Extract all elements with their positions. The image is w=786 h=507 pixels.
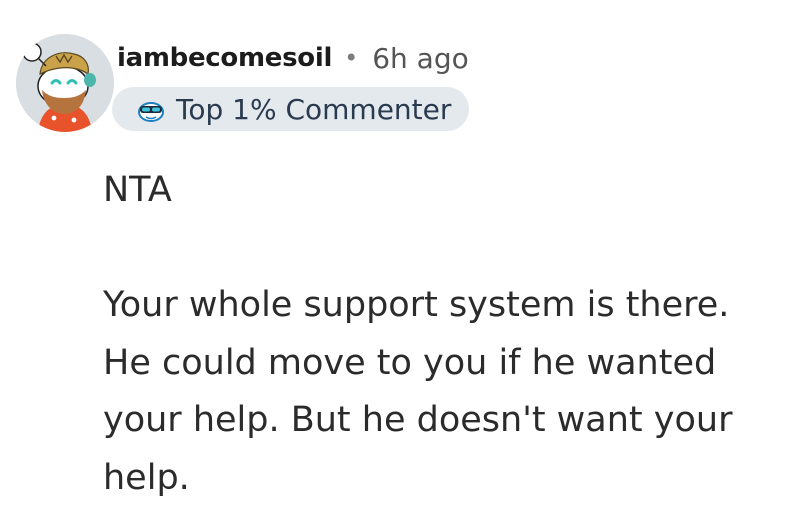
- user-avatar[interactable]: [16, 34, 114, 132]
- timestamp[interactable]: 6h ago: [372, 42, 469, 75]
- snoo-avatar-with-beard-icon: [16, 34, 114, 132]
- separator-dot: •: [344, 44, 359, 72]
- comment-body: NTA Your whole support system is there. …: [103, 162, 773, 507]
- badge-label: Top 1% Commenter: [176, 92, 452, 126]
- username-link[interactable]: iambecomesoil: [117, 43, 332, 73]
- comment-paragraph: Your whole support system is there. He c…: [103, 285, 733, 498]
- top-commenter-snoo-icon: [136, 94, 166, 124]
- top-commenter-badge[interactable]: Top 1% Commenter: [112, 87, 470, 131]
- comment-header: iambecomesoil • 6h ago: [117, 38, 469, 78]
- comment-paragraph: NTA: [103, 170, 172, 210]
